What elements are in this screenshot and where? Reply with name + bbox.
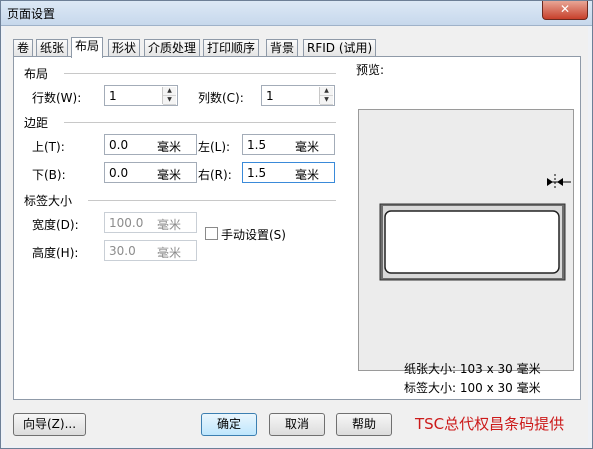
rows-value: 1 xyxy=(109,89,117,103)
dialog-body: 卷 纸张 布局 形状 介质处理 打印顺序 背景 RFID (试用) 布局 行数(… xyxy=(5,26,588,446)
bottom-margin-field[interactable]: 0.0 毫米 xyxy=(104,162,197,183)
paper-size-text: 纸张大小: 103 x 30 毫米 xyxy=(404,362,541,376)
label-preview-graphic xyxy=(379,174,571,281)
unit-label: 毫米 xyxy=(295,140,320,154)
unit-label: 毫米 xyxy=(157,168,182,182)
window-title: 页面设置 xyxy=(7,7,56,21)
left-margin-field[interactable]: 1.5 毫米 xyxy=(242,134,335,155)
top-margin-label: 上(T): xyxy=(32,140,65,154)
unit-label: 毫米 xyxy=(295,168,320,182)
divider xyxy=(64,73,336,74)
cols-spinner[interactable]: ▲ ▼ xyxy=(319,87,333,105)
preview-area xyxy=(358,109,574,371)
width-label: 宽度(D): xyxy=(32,218,79,232)
cols-value: 1 xyxy=(266,89,274,103)
bottom-margin-label: 下(B): xyxy=(32,168,66,182)
tab-layout[interactable]: 布局 xyxy=(71,37,104,58)
cols-stepper[interactable]: 1 ▲ ▼ xyxy=(261,85,335,106)
spin-down-icon[interactable]: ▼ xyxy=(320,96,333,105)
unit-label: 毫米 xyxy=(157,218,182,232)
label-size-text: 标签大小: 100 x 30 毫米 xyxy=(404,381,541,395)
layout-section-title: 布局 xyxy=(24,67,49,81)
unit-label: 毫米 xyxy=(157,140,182,154)
label-width-field[interactable]: 100.0 毫米 xyxy=(104,212,197,233)
label-size-section-title: 标签大小 xyxy=(24,194,73,208)
tab-background[interactable]: 背景 xyxy=(266,39,299,57)
tab-paper[interactable]: 纸张 xyxy=(36,39,69,57)
ok-button[interactable]: 确定 xyxy=(201,413,257,436)
cols-label: 列数(C): xyxy=(198,91,244,105)
manual-setting-label[interactable]: 手动设置(S) xyxy=(221,226,286,243)
close-button[interactable]: ✕ xyxy=(542,1,588,20)
rows-spinner[interactable]: ▲ ▼ xyxy=(162,87,176,105)
tab-print-order[interactable]: 打印顺序 xyxy=(203,39,260,57)
spin-down-icon[interactable]: ▼ xyxy=(163,96,176,105)
spin-up-icon[interactable]: ▲ xyxy=(163,87,176,96)
title-bar: 页面设置 ✕ xyxy=(1,1,592,26)
rows-label: 行数(W): xyxy=(32,91,82,105)
left-margin-value: 1.5 xyxy=(247,138,267,152)
spin-up-icon[interactable]: ▲ xyxy=(320,87,333,96)
tab-rfid[interactable]: RFID (试用) xyxy=(303,39,377,57)
right-margin-label: 右(R): xyxy=(198,168,232,182)
margin-section-title: 边距 xyxy=(24,116,49,130)
label-shape xyxy=(384,210,560,274)
cancel-button[interactable]: 取消 xyxy=(269,413,325,436)
left-margin-label: 左(L): xyxy=(198,140,231,154)
rows-stepper[interactable]: 1 ▲ ▼ xyxy=(104,85,178,106)
right-margin-field[interactable]: 1.5 毫米 xyxy=(242,162,335,183)
tab-roll[interactable]: 卷 xyxy=(13,39,34,57)
wizard-button[interactable]: 向导(Z)... xyxy=(13,413,86,436)
bottom-margin-value: 0.0 xyxy=(109,166,129,180)
label-width-value: 100.0 xyxy=(109,216,144,230)
label-height-field[interactable]: 30.0 毫米 xyxy=(104,240,197,261)
right-margin-value: 1.5 xyxy=(247,166,267,180)
divider xyxy=(64,122,336,123)
height-label: 高度(H): xyxy=(32,246,79,260)
unit-label: 毫米 xyxy=(157,246,182,260)
close-icon: ✕ xyxy=(559,2,571,16)
manual-setting-checkbox[interactable] xyxy=(205,227,218,240)
preview-title: 预览: xyxy=(356,63,385,77)
page-setup-dialog: 页面设置 ✕ 卷 纸张 布局 形状 介质处理 打印顺序 背景 RFID (试用)… xyxy=(0,0,593,449)
help-button[interactable]: 帮助 xyxy=(336,413,392,436)
tab-shape[interactable]: 形状 xyxy=(108,39,141,57)
layout-tab-panel: 布局 行数(W): 1 ▲ ▼ 列数(C): 1 ▲ ▼ 边距 上(T): 0.… xyxy=(13,56,581,400)
label-height-value: 30.0 xyxy=(109,244,136,258)
vendor-overlay-text: TSC总代权昌条码提供 xyxy=(415,415,565,433)
divider xyxy=(88,200,336,201)
tab-media-handling[interactable]: 介质处理 xyxy=(144,39,201,57)
top-margin-value: 0.0 xyxy=(109,138,129,152)
top-margin-field[interactable]: 0.0 毫米 xyxy=(104,134,197,155)
